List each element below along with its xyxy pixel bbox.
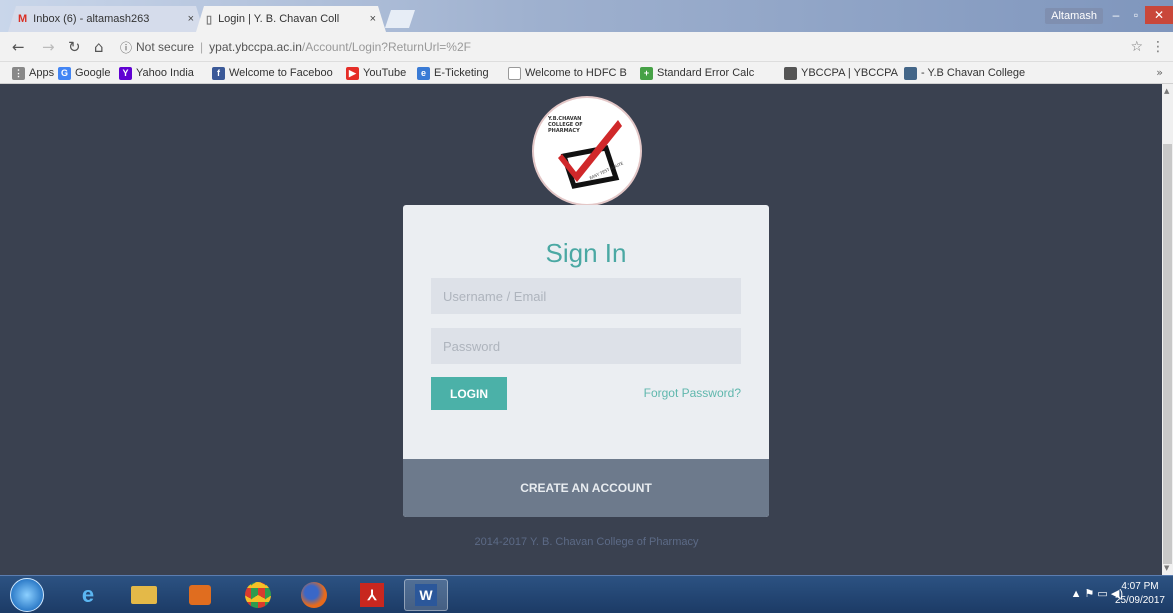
clock[interactable]: 4:07 PM 25/09/2017 — [1115, 580, 1165, 608]
ie-icon[interactable]: e — [66, 579, 110, 611]
sign-in-title: Sign In — [545, 238, 627, 268]
clock-time: 4:07 PM — [1121, 581, 1159, 592]
back-icon[interactable]: ← — [12, 38, 25, 56]
tab-gmail[interactable]: M Inbox (6) - altamash263 × — [8, 6, 204, 32]
firefox-icon[interactable] — [292, 579, 336, 611]
scroll-up-icon[interactable]: ▲ — [1164, 87, 1169, 95]
word-icon[interactable]: W — [404, 579, 448, 611]
bookmark-label: YouTube — [363, 67, 407, 79]
bookmarks-bar: ⋮ Apps G Google Y Yahoo India f Welcome … — [0, 62, 1173, 84]
google-icon: G — [58, 66, 71, 80]
tab-label: Login | Y. B. Chavan Coll — [218, 13, 340, 25]
bookmark-ybccpa[interactable]: YBCCPA | YBCCPA — [784, 65, 898, 81]
copyright-text: 2014-2017 Y. B. Chavan College of Pharma… — [474, 536, 699, 548]
home-icon[interactable]: ⌂ — [94, 38, 104, 56]
login-button[interactable]: LOGIN — [431, 377, 507, 410]
forgot-password-link[interactable]: Forgot Password? — [644, 386, 741, 400]
windows-taskbar: e ⅄ W ▲ ⚑ ▭ ◀) 4:07 PM 25/09/2017 — [0, 575, 1173, 613]
window-close-icon[interactable]: ✕ — [1145, 6, 1173, 24]
college-logo: Y.B.CHAVAN COLLEGE OF PHARMACY EASY TEST… — [532, 96, 642, 206]
bookmark-facebook[interactable]: f Welcome to Faceboo — [212, 65, 333, 81]
info-icon[interactable]: ⓘ — [120, 39, 132, 56]
bookmark-apps[interactable]: ⋮ Apps — [12, 65, 54, 81]
forward-icon[interactable]: → — [42, 38, 55, 56]
maximize-icon[interactable]: ▫ — [1127, 6, 1145, 24]
browser-title-bar: M Inbox (6) - altamash263 × ▯ Login | Y.… — [0, 0, 1173, 32]
url-field[interactable]: ⓘ Not secure | ypat.ybccpa.ac.in /Accoun… — [120, 38, 1130, 56]
bookmark-stderr[interactable]: + Standard Error Calc — [640, 65, 754, 81]
clock-date: 25/09/2017 — [1114, 595, 1165, 606]
tab-label: Inbox (6) - altamash263 — [33, 13, 150, 25]
bookmark-youtube[interactable]: ▶ YouTube — [346, 65, 406, 81]
close-icon[interactable]: × — [370, 13, 376, 25]
login-card: Sign In LOGIN Forgot Password? CREATE AN… — [403, 205, 769, 517]
url-host: ypat.ybccpa.ac.in — [209, 40, 302, 54]
page-icon — [508, 66, 521, 80]
bookmark-eticketing[interactable]: e E-Ticketing — [417, 65, 489, 81]
create-account-button[interactable]: CREATE AN ACCOUNT — [403, 459, 769, 517]
bookmark-label: Yahoo India — [136, 67, 194, 79]
checkmark-logo-icon — [558, 120, 622, 189]
bookmark-label: E-Ticketing — [434, 67, 489, 79]
bookmark-label: Google — [75, 67, 111, 79]
gmail-icon: M — [18, 13, 28, 25]
bookmark-google[interactable]: G Google — [58, 65, 110, 81]
bookmark-ybchavan[interactable]: - Y.B Chavan College — [904, 65, 1025, 81]
irctc-icon: e — [417, 66, 430, 80]
calc-icon: + — [640, 66, 653, 80]
password-input[interactable] — [431, 328, 741, 364]
ybccpa-icon — [784, 66, 797, 80]
yahoo-icon: Y — [119, 66, 132, 80]
apps-icon: ⋮ — [12, 66, 25, 80]
chrome-icon[interactable] — [236, 579, 280, 611]
bookmark-label: YBCCPA | YBCCPA — [801, 67, 899, 79]
bookmark-hdfc[interactable]: Welcome to HDFC B — [508, 65, 627, 81]
scrollbar-thumb[interactable] — [1163, 144, 1172, 564]
start-button[interactable] — [10, 578, 44, 612]
bookmark-label: Apps — [29, 67, 55, 79]
bookmarks-overflow-icon[interactable]: » — [1156, 66, 1163, 79]
tab-login[interactable]: ▯ Login | Y. B. Chavan Coll × — [196, 6, 386, 32]
bookmark-label: - Y.B Chavan College — [921, 67, 1026, 79]
facebook-icon: f — [212, 66, 225, 80]
minimize-icon[interactable]: – — [1106, 6, 1126, 24]
security-label: Not secure — [136, 40, 195, 54]
page-icon: ▯ — [206, 13, 213, 26]
scroll-down-icon[interactable]: ▼ — [1164, 564, 1169, 572]
media-player-icon[interactable] — [178, 579, 222, 611]
college-icon — [904, 66, 917, 80]
close-icon[interactable]: × — [188, 13, 194, 25]
address-bar: ← → ↻ ⌂ ⓘ Not secure | ypat.ybccpa.ac.in… — [0, 32, 1173, 62]
menu-icon[interactable]: ⋮ — [1151, 39, 1165, 55]
youtube-icon: ▶ — [346, 66, 359, 80]
bookmark-star-icon[interactable]: ☆ — [1130, 39, 1143, 55]
divider: | — [200, 40, 204, 54]
bookmark-label: Standard Error Calc — [657, 67, 755, 79]
url-path: /Account/Login?ReturnUrl=%2F — [301, 40, 471, 54]
folder-icon[interactable] — [122, 579, 166, 611]
username-input[interactable] — [431, 278, 741, 314]
bookmark-yahoo[interactable]: Y Yahoo India — [119, 65, 194, 81]
user-profile-chip[interactable]: Altamash — [1045, 8, 1103, 24]
reload-icon[interactable]: ↻ — [68, 38, 81, 56]
scrollbar[interactable]: ▲ ▼ — [1162, 84, 1173, 575]
new-tab-button[interactable] — [385, 10, 415, 28]
bookmark-label: Welcome to Faceboo — [229, 67, 333, 79]
bookmark-label: Welcome to HDFC B — [525, 67, 627, 79]
acrobat-icon[interactable]: ⅄ — [350, 579, 394, 611]
